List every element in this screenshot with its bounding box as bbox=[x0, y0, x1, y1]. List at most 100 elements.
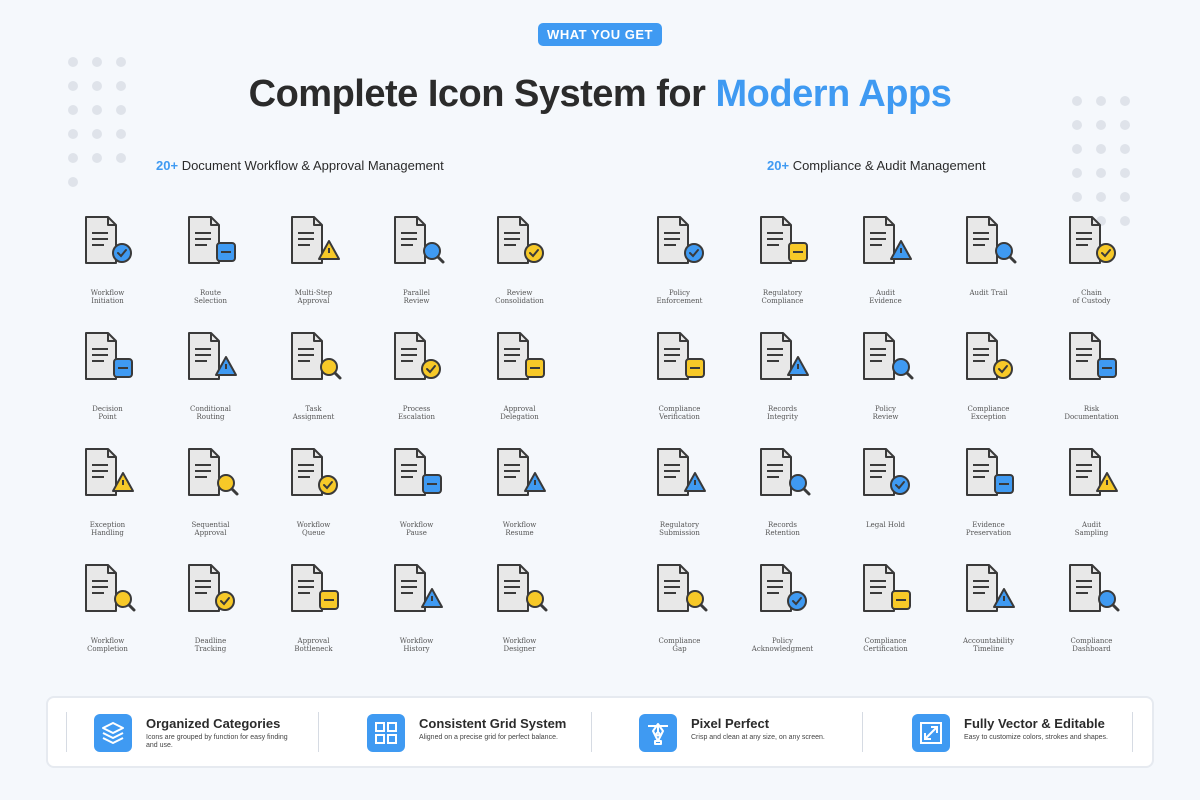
chain-of-custody-icon bbox=[1069, 216, 1116, 264]
icon-label: Decision Point bbox=[92, 405, 123, 421]
right-icon-cell: Compliance Verification bbox=[628, 321, 731, 437]
resize-icon bbox=[912, 714, 950, 752]
title-main: Complete Icon System for bbox=[248, 73, 716, 115]
accountability-timeline-icon bbox=[966, 564, 1015, 612]
icon-label: Route Selection bbox=[193, 289, 227, 305]
icon-label: Legal Hold bbox=[866, 521, 905, 529]
icon-label: Workflow Designer bbox=[502, 637, 537, 653]
left-icon-cell: Workflow History bbox=[365, 553, 468, 669]
icon-label: Evidence Preservation bbox=[965, 521, 1012, 537]
left-icon-cell: Multi-Step Approval bbox=[262, 205, 365, 321]
left-icon-cell: Exception Handling bbox=[56, 437, 159, 553]
left-icon-cell: Workflow Designer bbox=[468, 553, 571, 669]
icon-label: Conditional Routing bbox=[190, 405, 231, 421]
title-accent: Modern Apps bbox=[715, 73, 952, 115]
right-icon-cell: Accountability Timeline bbox=[937, 553, 1040, 669]
feature-consistent-grid-system: Consistent Grid System Aligned on a prec… bbox=[367, 710, 597, 758]
icon-label: Compliance Verification bbox=[658, 405, 701, 421]
feature-bar: Organized Categories Icons are grouped b… bbox=[46, 696, 1154, 768]
left-icon-grid: Workflow Initiation Route Selection Multi-St… bbox=[56, 205, 571, 669]
route-selection-icon bbox=[188, 216, 236, 264]
icon-label: Workflow History bbox=[399, 637, 434, 653]
left-icon-cell: Workflow Queue bbox=[262, 437, 365, 553]
icon-label: Accountability Timeline bbox=[962, 637, 1015, 653]
feature-organized-categories: Organized Categories Icons are grouped b… bbox=[94, 710, 324, 758]
right-icon-cell: Audit Evidence bbox=[834, 205, 937, 321]
compliance-exception-icon bbox=[966, 332, 1013, 380]
right-icon-cell: Policy Enforcement bbox=[628, 205, 731, 321]
separator bbox=[1132, 712, 1133, 752]
left-icon-cell: Approval Bottleneck bbox=[262, 553, 365, 669]
approval-bottleneck-icon bbox=[291, 564, 339, 612]
right-icon-cell: Records Integrity bbox=[731, 321, 834, 437]
left-section-title: 20+ Document Workflow & Approval Managem… bbox=[156, 158, 444, 173]
left-icon-cell: Sequential Approval bbox=[159, 437, 262, 553]
compliance-gap-icon bbox=[657, 564, 708, 612]
left-icon-cell: Workflow Initiation bbox=[56, 205, 159, 321]
regulatory-compliance-icon bbox=[760, 216, 808, 264]
risk-documentation-icon bbox=[1069, 332, 1117, 380]
workflow-completion-icon bbox=[85, 564, 136, 612]
approval-delegation-icon bbox=[497, 332, 545, 380]
left-icon-cell: Conditional Routing bbox=[159, 321, 262, 437]
right-icon-cell: Policy Review bbox=[834, 321, 937, 437]
icon-label: Workflow Pause bbox=[399, 521, 434, 537]
icon-label: Compliance Dashboard bbox=[1070, 637, 1113, 653]
parallel-review-icon bbox=[394, 216, 445, 264]
right-icon-cell: Records Retention bbox=[731, 437, 834, 553]
decision-point-icon bbox=[85, 332, 133, 380]
right-icon-cell: Legal Hold bbox=[834, 437, 937, 553]
layers-icon bbox=[94, 714, 132, 752]
feature-fully-vector-editable: Fully Vector & Editable Easy to customiz… bbox=[912, 710, 1142, 758]
icon-label: Parallel Review bbox=[403, 289, 430, 305]
icon-label: Compliance Gap bbox=[658, 637, 701, 653]
icon-label: Multi-Step Approval bbox=[294, 289, 333, 305]
workflow-pause-icon bbox=[394, 448, 442, 496]
separator bbox=[862, 712, 863, 752]
icon-label: Policy Acknowledgment bbox=[751, 637, 814, 653]
right-icon-cell: Compliance Dashboard bbox=[1040, 553, 1143, 669]
icon-label: Deadline Tracking bbox=[194, 637, 227, 653]
icon-label: Policy Enforcement bbox=[656, 289, 703, 305]
compliance-certification-icon bbox=[863, 564, 911, 612]
right-icon-cell: Audit Sampling bbox=[1040, 437, 1143, 553]
feature-pixel-perfect: Pixel Perfect Crisp and clean at any siz… bbox=[639, 710, 869, 758]
left-icon-cell: Process Escalation bbox=[365, 321, 468, 437]
right-icon-cell: Evidence Preservation bbox=[937, 437, 1040, 553]
legal-hold-icon bbox=[863, 448, 910, 496]
audit-evidence-icon bbox=[863, 216, 912, 264]
icon-label: Compliance Exception bbox=[967, 405, 1010, 421]
left-icon-cell: Decision Point bbox=[56, 321, 159, 437]
decorative-dots-left bbox=[68, 57, 126, 187]
policy-acknowledgment-icon bbox=[760, 564, 807, 612]
right-icon-cell: Compliance Certification bbox=[834, 553, 937, 669]
right-icon-cell: Policy Acknowledgment bbox=[731, 553, 834, 669]
audit-trail-icon bbox=[966, 216, 1017, 264]
workflow-history-icon bbox=[394, 564, 443, 612]
icon-label: Workflow Queue bbox=[296, 521, 331, 537]
policy-enforcement-icon bbox=[657, 216, 704, 264]
what-you-get-badge: WHAT YOU GET bbox=[538, 23, 662, 46]
conditional-routing-icon bbox=[188, 332, 237, 380]
sequential-approval-icon bbox=[188, 448, 239, 496]
icon-label: Workflow Initiation bbox=[90, 289, 125, 305]
right-icon-cell: Risk Documentation bbox=[1040, 321, 1143, 437]
icon-label: Compliance Certification bbox=[863, 637, 908, 653]
separator bbox=[66, 712, 67, 752]
icon-label: Risk Documentation bbox=[1064, 405, 1119, 421]
workflow-queue-icon bbox=[291, 448, 338, 496]
icon-label: Policy Review bbox=[872, 405, 899, 421]
icon-label: Approval Bottleneck bbox=[294, 637, 333, 653]
right-section-title: 20+ Compliance & Audit Management bbox=[767, 158, 986, 173]
records-integrity-icon bbox=[760, 332, 809, 380]
left-icon-cell: Deadline Tracking bbox=[159, 553, 262, 669]
icon-label: Workflow Resume bbox=[502, 521, 537, 537]
right-icon-cell: Compliance Gap bbox=[628, 553, 731, 669]
right-icon-cell: Chain of Custody bbox=[1040, 205, 1143, 321]
left-icon-cell: Route Selection bbox=[159, 205, 262, 321]
icon-label: Records Retention bbox=[765, 521, 800, 537]
left-icon-cell: Approval Delegation bbox=[468, 321, 571, 437]
page-title: Complete Icon System for Modern Apps bbox=[0, 73, 1200, 116]
left-icon-cell: Parallel Review bbox=[365, 205, 468, 321]
icon-label: Regulatory Compliance bbox=[761, 289, 804, 305]
